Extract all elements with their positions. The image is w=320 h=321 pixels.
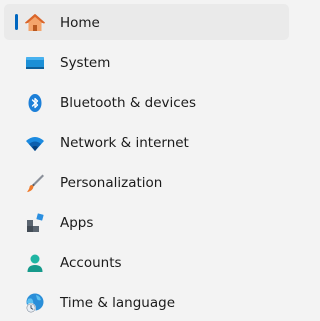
- account-icon: [24, 252, 46, 274]
- apps-icon: [24, 212, 46, 234]
- wifi-icon: [24, 132, 46, 154]
- sidebar-item-label: Apps: [60, 215, 94, 231]
- paintbrush-icon: [24, 172, 46, 194]
- sidebar-item-label: Home: [60, 15, 100, 31]
- sidebar-item-label: Time & language: [60, 295, 176, 311]
- sidebar-item-accounts[interactable]: Accounts: [4, 244, 289, 280]
- sidebar-item-label: Network & internet: [60, 135, 189, 151]
- sidebar-item-label: Accounts: [60, 255, 122, 271]
- sidebar-item-network[interactable]: Network & internet: [4, 124, 289, 160]
- bluetooth-icon: [24, 92, 46, 114]
- globe-clock-icon: [24, 292, 46, 314]
- system-monitor-icon: [24, 52, 46, 74]
- sidebar-item-label: Personalization: [60, 175, 163, 191]
- selection-indicator: [15, 14, 18, 30]
- sidebar-item-personalization[interactable]: Personalization: [4, 164, 289, 200]
- settings-sidebar-nav: Home System Bluetooth & devices Network …: [0, 0, 293, 321]
- sidebar-item-label: Bluetooth & devices: [60, 95, 197, 111]
- sidebar-item-label: System: [60, 55, 111, 71]
- home-icon: [24, 12, 46, 34]
- sidebar-item-system[interactable]: System: [4, 44, 289, 80]
- sidebar-item-apps[interactable]: Apps: [4, 204, 289, 240]
- sidebar-item-bluetooth[interactable]: Bluetooth & devices: [4, 84, 289, 120]
- sidebar-item-home[interactable]: Home: [4, 4, 289, 40]
- sidebar-item-time-language[interactable]: Time & language: [4, 284, 289, 320]
